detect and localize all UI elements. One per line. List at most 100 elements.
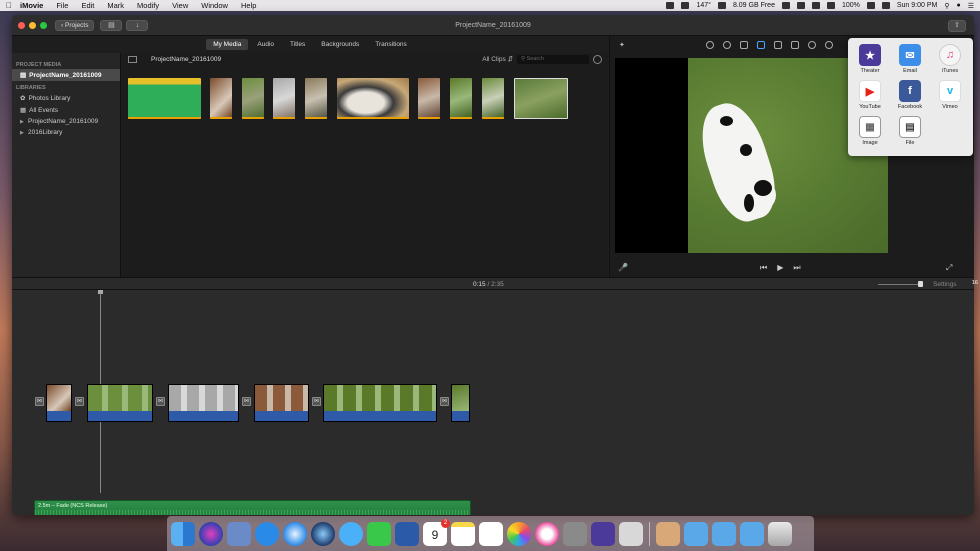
status-icon[interactable] xyxy=(666,2,675,9)
share-image[interactable]: ▦ Image xyxy=(850,116,890,152)
status-icon[interactable] xyxy=(781,2,790,9)
zoom-slider[interactable] xyxy=(878,284,922,285)
finder-icon[interactable] xyxy=(171,521,195,546)
clip-thumbnail[interactable] xyxy=(273,78,295,119)
calendar-icon[interactable]: 9 2 xyxy=(423,518,450,546)
trash-icon[interactable] xyxy=(768,521,792,546)
tab-transitions[interactable]: Transitions xyxy=(368,39,414,50)
crop-icon[interactable] xyxy=(739,40,748,49)
timeline-clip[interactable] xyxy=(46,384,72,422)
transition-icon[interactable]: ⋈ xyxy=(440,397,449,406)
preview-icon[interactable] xyxy=(619,521,643,546)
timeline-clip[interactable] xyxy=(323,384,437,422)
zoom-slider-knob[interactable] xyxy=(918,281,923,287)
search-input[interactable]: ⚲ Search xyxy=(517,54,589,64)
gear-icon[interactable] xyxy=(593,54,602,64)
import-button[interactable]: ↓ xyxy=(126,19,149,31)
transition-icon[interactable]: ⋈ xyxy=(242,397,251,406)
microphone-icon[interactable]: 🎤 xyxy=(618,263,628,272)
transition-icon[interactable]: ⋈ xyxy=(75,397,84,406)
timeline-clip[interactable] xyxy=(87,384,153,422)
sidebar-item-2016library[interactable]: ▶ 2016Library xyxy=(12,127,120,138)
library-view-button[interactable]: ▤ xyxy=(100,19,123,31)
apple-menu-icon[interactable]:  xyxy=(6,1,20,10)
share-file[interactable]: ▤ File xyxy=(890,116,930,152)
itunes-icon[interactable] xyxy=(535,521,559,546)
documents-folder-icon[interactable] xyxy=(712,521,736,546)
skip-back-icon[interactable]: ⏮ xyxy=(760,263,767,273)
tab-backgrounds[interactable]: Backgrounds xyxy=(314,39,366,50)
clip-thumbnail[interactable] xyxy=(210,78,232,119)
share-youtube[interactable]: ▶ YouTube xyxy=(850,80,890,116)
magic-wand-icon[interactable]: ✦ xyxy=(619,41,625,49)
tab-my-media[interactable]: My Media xyxy=(206,39,249,50)
play-icon[interactable]: ▶ xyxy=(777,263,783,273)
status-icon[interactable] xyxy=(717,2,726,9)
menu-help[interactable]: Help xyxy=(241,1,256,10)
stabilization-icon[interactable] xyxy=(756,40,765,49)
fullscreen-icon[interactable]: ⤢ xyxy=(946,263,952,273)
speed-icon[interactable] xyxy=(807,40,816,49)
clock[interactable]: Sun 9:00 PM xyxy=(897,2,937,9)
imovie-icon[interactable] xyxy=(591,521,615,546)
background-music-track[interactable]: 2.5m – Fade (NCS Release) xyxy=(34,500,471,515)
tab-titles[interactable]: Titles xyxy=(283,39,312,50)
facetime-icon[interactable] xyxy=(367,521,391,546)
menu-app-name[interactable]: iMovie xyxy=(20,1,43,10)
reminders-icon[interactable] xyxy=(479,521,503,546)
tab-audio[interactable]: Audio xyxy=(250,39,281,50)
menu-window[interactable]: Window xyxy=(201,1,228,10)
battery-icon[interactable] xyxy=(866,2,875,9)
disk-free-readout[interactable]: 8.09 GB Free xyxy=(733,2,775,9)
menu-view[interactable]: View xyxy=(172,1,188,10)
close-button[interactable] xyxy=(18,21,25,29)
sidebar-item-all-events[interactable]: ▦ All Events xyxy=(12,104,120,116)
quicktime-icon[interactable] xyxy=(311,521,335,546)
color-balance-icon[interactable] xyxy=(705,40,714,49)
wifi-icon[interactable] xyxy=(811,2,820,9)
clip-thumbnail[interactable] xyxy=(450,78,472,119)
transition-icon[interactable]: ⋈ xyxy=(35,397,44,406)
bluetooth-icon[interactable] xyxy=(796,2,805,9)
siri-icon[interactable]: ● xyxy=(956,2,960,9)
clip-thumbnail[interactable] xyxy=(418,78,440,119)
status-icon[interactable] xyxy=(681,2,690,9)
transition-icon[interactable]: ⋈ xyxy=(312,397,321,406)
downloads-folder-icon[interactable] xyxy=(740,521,764,546)
clip-thumbnail[interactable] xyxy=(305,78,327,119)
share-theater[interactable]: ★ Theater xyxy=(850,44,890,80)
app-store-icon[interactable] xyxy=(255,521,279,546)
menu-edit[interactable]: Edit xyxy=(81,1,94,10)
temperature-readout[interactable]: 147° xyxy=(696,2,710,9)
menu-mark[interactable]: Mark xyxy=(107,1,124,10)
share-facebook[interactable]: f Facebook xyxy=(890,80,930,116)
sidebar-item-project-library[interactable]: ▶ ProjectName_20161009 xyxy=(12,116,120,127)
siri-icon[interactable] xyxy=(199,521,223,546)
photos-browser-icon[interactable] xyxy=(227,521,251,546)
timeline-clip[interactable] xyxy=(254,384,309,422)
battery-readout[interactable]: 100% xyxy=(842,2,860,9)
sidebar-item-photos-library[interactable]: ✿ Photos Library xyxy=(12,92,120,104)
menu-file[interactable]: File xyxy=(56,1,68,10)
clip-filter-select[interactable]: All Clips ⇵ xyxy=(482,55,513,63)
disclosure-arrow-icon[interactable]: ▶ xyxy=(20,119,25,125)
timeline-clip[interactable] xyxy=(168,384,239,422)
color-correction-icon[interactable] xyxy=(722,40,731,49)
noise-reduction-icon[interactable] xyxy=(790,40,799,49)
volume-icon[interactable] xyxy=(773,40,782,49)
share-itunes[interactable]: ♫ iTunes xyxy=(930,44,970,80)
disclosure-arrow-icon[interactable]: ▶ xyxy=(20,130,25,136)
safari-icon[interactable] xyxy=(283,521,307,546)
settings-button[interactable]: Settings xyxy=(933,281,957,288)
menu-modify[interactable]: Modify xyxy=(137,1,159,10)
clip-thumbnail[interactable] xyxy=(337,78,409,119)
share-email[interactable]: ✉ Email xyxy=(890,44,930,80)
clip-filter-icon[interactable] xyxy=(824,40,833,49)
clip-thumbnail[interactable] xyxy=(242,78,264,119)
transition-icon[interactable]: ⋈ xyxy=(156,397,165,406)
timeline-clip[interactable] xyxy=(451,384,470,422)
clip-thumbnail[interactable] xyxy=(482,78,504,119)
xcode-icon[interactable] xyxy=(395,521,419,546)
messages-icon[interactable] xyxy=(339,521,363,546)
projects-button[interactable]: ‹ Projects xyxy=(55,19,95,31)
